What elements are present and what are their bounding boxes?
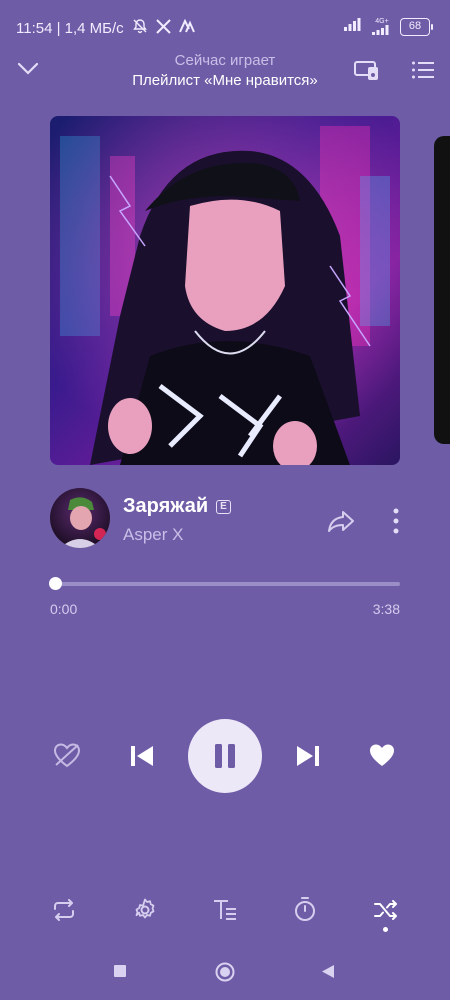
network-label: 4G+ [375,18,389,25]
track-title-row: Заряжай E [123,495,231,518]
header-subtitle[interactable]: Плейлист «Мне нравится» [0,72,450,89]
previous-icon [131,746,153,766]
app-icon [178,18,195,37]
next-icon [297,746,319,766]
lyrics-icon [214,900,236,920]
track-title: Заряжай [123,495,209,517]
square-icon [114,965,126,977]
dislike-button[interactable] [52,740,82,770]
track-artist[interactable]: Asper X [123,525,183,545]
pause-icon [215,744,235,768]
shuffle-button[interactable] [372,896,400,924]
artist-avatar[interactable] [50,488,110,548]
share-icon [328,511,354,532]
progress-bar[interactable] [49,577,400,590]
status-bar: 11:54 | 1,4 МБ/с 4G+ 68 [0,0,450,52]
cast-device-icon [354,61,378,80]
album-artwork[interactable] [50,116,400,465]
battery-icon: 68 [400,17,433,36]
previous-button[interactable] [126,740,158,772]
pause-button[interactable] [188,719,262,793]
timer-icon [295,897,315,921]
network-indicator: 4G+ [372,18,392,35]
settings-icon [135,898,155,919]
current-time: 0:00 [50,601,78,617]
repeat-icon [54,899,74,921]
x-logo-icon [155,18,171,38]
devices-button[interactable] [352,56,382,84]
system-navigation-bar [0,950,450,1000]
header-title: Сейчас играет [174,52,276,69]
status-right: 4G+ 68 [344,17,433,36]
shuffle-active-indicator [383,927,388,932]
bell-muted-icon [132,18,148,38]
signal-icon [344,17,364,36]
sleep-timer-button[interactable] [291,894,319,924]
triangle-back-icon [322,964,334,978]
status-time-speed: 11:54 | 1,4 МБ/с [16,19,124,37]
home-button[interactable] [214,961,236,983]
like-button[interactable] [366,740,398,770]
share-button[interactable] [326,506,356,536]
next-button[interactable] [292,740,324,772]
circle-home-icon [215,962,235,982]
like-icon [370,744,394,766]
status-left: 11:54 | 1,4 МБ/с [16,18,195,38]
explicit-badge: E [216,499,231,514]
side-panel-handle[interactable] [434,136,450,444]
header: Сейчас играет Плейлист «Мне нравится» [0,48,450,98]
queue-button[interactable] [410,58,436,82]
more-vertical-icon [393,508,399,534]
wifi-icon [372,25,389,35]
repeat-button[interactable] [50,896,78,924]
dislike-icon [53,743,81,768]
lyrics-button[interactable] [211,896,239,924]
recent-apps-button[interactable] [112,963,128,979]
total-time: 3:38 [372,601,400,617]
queue-list-icon [412,61,434,79]
progress-knob[interactable] [49,577,63,590]
track-info: Заряжай E Asper X [50,488,410,550]
shuffle-icon [374,900,397,920]
more-options-button[interactable] [384,505,408,537]
back-button[interactable] [320,963,336,979]
settings-button[interactable] [131,896,159,924]
